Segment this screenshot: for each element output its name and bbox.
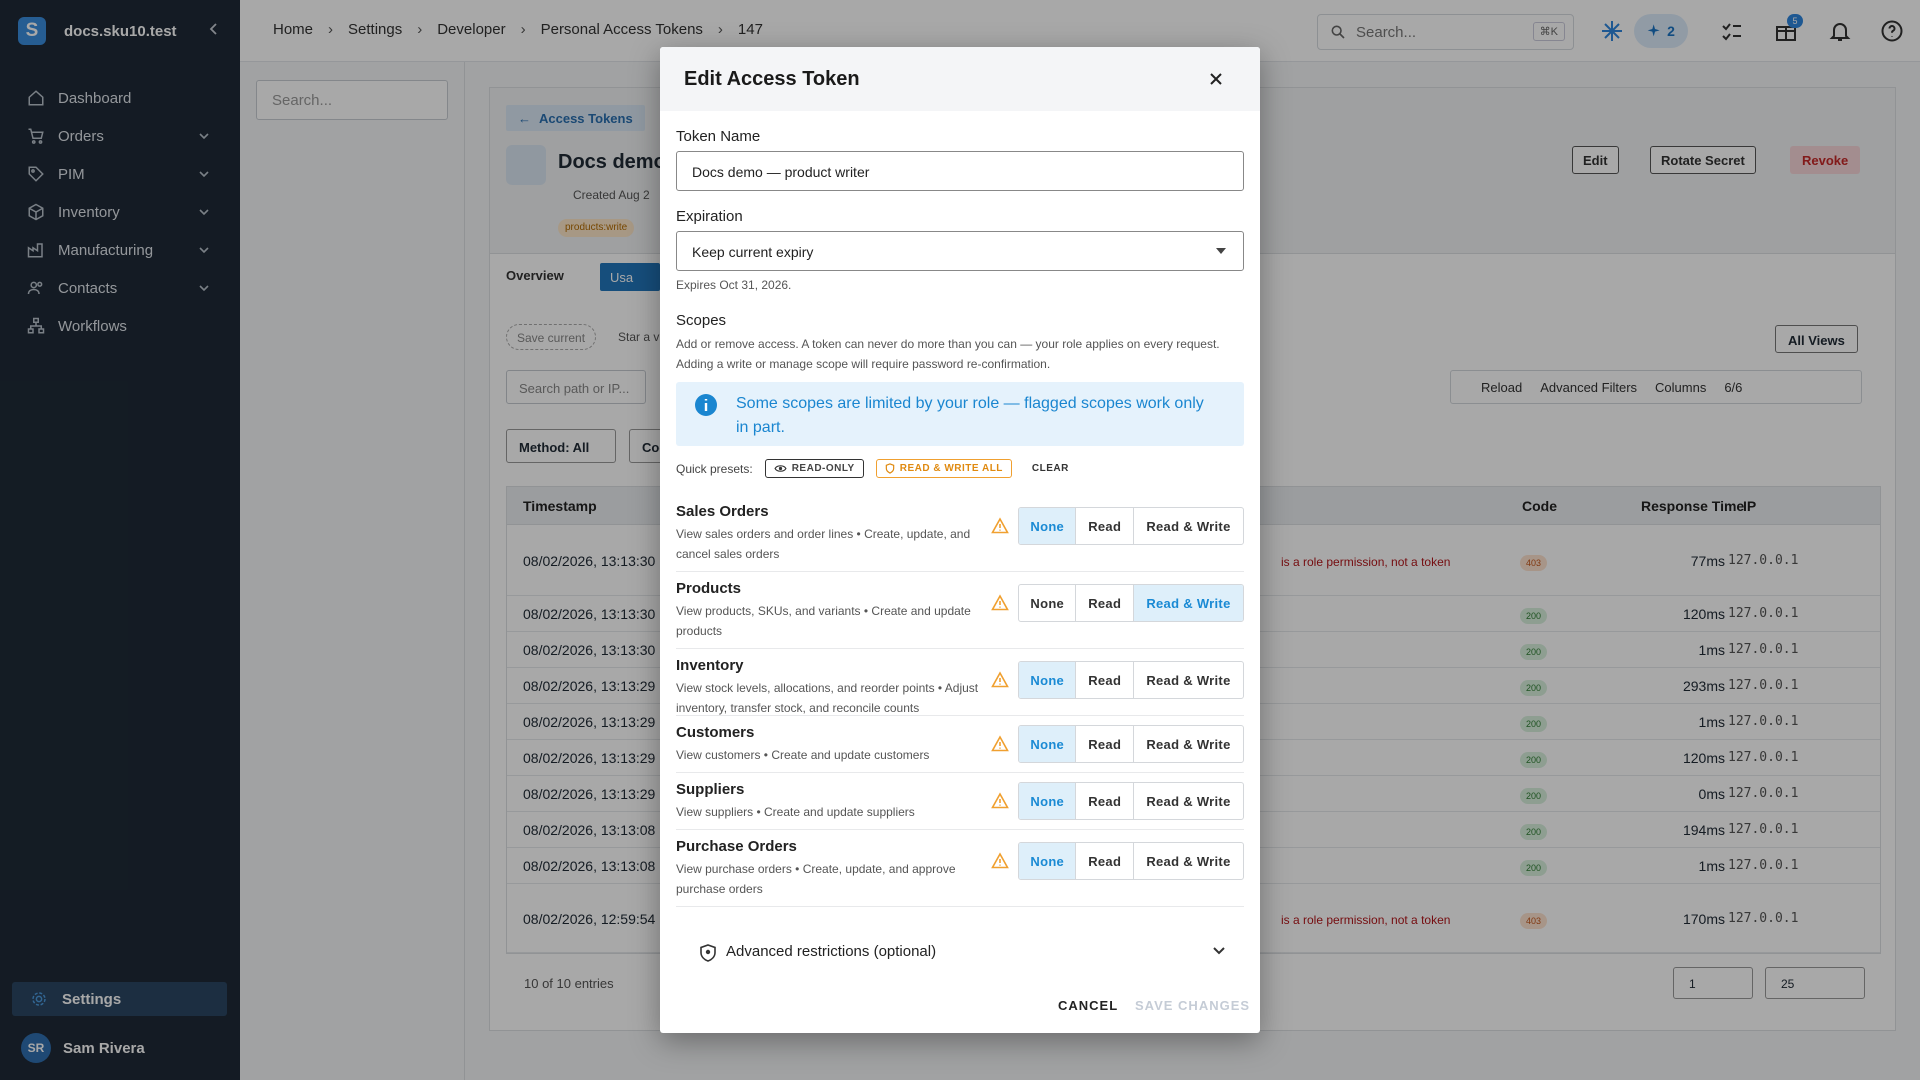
scope-option-none[interactable]: None [1019, 508, 1077, 544]
scope-name: Products [676, 580, 742, 597]
scope-description: View customers • Create and update custo… [676, 748, 930, 762]
scope-row: Purchase Orders View purchase orders • Cr… [676, 830, 1244, 907]
scope-row: Suppliers View suppliers • Create and upd… [676, 773, 1244, 830]
scope-option-read-write[interactable]: Read & Write [1134, 726, 1243, 762]
warning-icon [991, 671, 1009, 688]
scope-option-read[interactable]: Read [1076, 662, 1134, 698]
eye-icon [774, 465, 787, 472]
scope-name: Purchase Orders [676, 838, 797, 855]
scope-description: View suppliers • Create and update suppl… [676, 805, 915, 819]
scope-name: Sales Orders [676, 503, 769, 520]
scope-description: View sales orders and order lines • Crea… [676, 527, 971, 561]
warning-icon [991, 517, 1009, 534]
preset-label: READ & WRITE ALL [899, 463, 1003, 474]
scope-row: Customers View customers • Create and upd… [676, 716, 1244, 773]
scope-option-none[interactable]: None [1019, 783, 1077, 819]
alert-text: Some scopes are limited by your role — f… [736, 395, 1204, 436]
scope-description: View stock levels, allocations, and reor… [676, 681, 979, 715]
scope-option-read[interactable]: Read [1076, 783, 1134, 819]
scope-option-read-write[interactable]: Read & Write [1133, 585, 1243, 621]
scope-description: View products, SKUs, and variants • Crea… [676, 604, 971, 638]
warning-icon [991, 852, 1009, 869]
scope-option-read-write[interactable]: Read & Write [1134, 662, 1243, 698]
scope-access-toggle: None Read Read & Write [1018, 725, 1244, 763]
scope-access-toggle: None Read Read & Write [1018, 507, 1244, 545]
dropdown-arrow-icon [1216, 248, 1226, 254]
token-name-input[interactable]: Docs demo — product writer [676, 151, 1244, 191]
scope-access-toggle: None Read Read & Write [1018, 782, 1244, 820]
preset-label: READ-ONLY [791, 463, 855, 474]
dialog-title: Edit Access Token [684, 68, 860, 90]
scope-option-read-write[interactable]: Read & Write [1134, 783, 1243, 819]
dialog-footer: CANCEL SAVE CHANGES [660, 983, 1260, 1033]
scope-access-toggle: None Read Read & Write [1018, 842, 1244, 880]
preset-read-write-all-button[interactable]: READ & WRITE ALL [875, 459, 1012, 478]
scope-access-toggle: None Read Read & Write [1018, 584, 1244, 622]
scope-option-read[interactable]: Read [1076, 726, 1134, 762]
dialog-header: Edit Access Token [660, 47, 1260, 111]
warning-icon [991, 735, 1009, 752]
warning-icon [991, 792, 1009, 809]
preset-label: CLEAR [1031, 463, 1069, 474]
expiration-select[interactable]: Keep current expiry [676, 231, 1244, 271]
quick-presets: Quick presets: READ-ONLY READ & WRITE AL… [676, 459, 1077, 478]
warning-icon [991, 594, 1009, 611]
expiration-value: Keep current expiry [692, 244, 814, 260]
scope-access-toggle: None Read Read & Write [1018, 661, 1244, 699]
close-icon[interactable] [1206, 69, 1226, 89]
scope-description: View purchase orders • Create, update, a… [676, 862, 956, 896]
scope-row: Sales Orders View sales orders and order … [676, 495, 1244, 572]
scope-option-read-write[interactable]: Read & Write [1134, 508, 1243, 544]
scope-list: Sales Orders View sales orders and order … [676, 495, 1244, 950]
shield-icon [885, 463, 894, 474]
scope-option-none[interactable]: None [1019, 726, 1077, 762]
scope-name: Customers [676, 724, 755, 741]
preset-read-only-button[interactable]: READ-ONLY [764, 459, 864, 478]
scope-option-read-write[interactable]: Read & Write [1134, 843, 1243, 879]
scope-row: Inventory View stock levels, allocations,… [676, 649, 1244, 716]
token-name-label: Token Name [676, 128, 761, 145]
shield-lock-icon [700, 944, 716, 962]
role-limit-alert: Some scopes are limited by your role — f… [676, 382, 1244, 446]
scope-option-none[interactable]: None [1019, 662, 1077, 698]
preset-clear-button[interactable]: CLEAR [1024, 459, 1077, 478]
scope-option-read[interactable]: Read [1076, 508, 1134, 544]
expiration-label: Expiration [676, 208, 743, 225]
save-changes-button[interactable]: SAVE CHANGES [1135, 998, 1250, 1013]
scope-name: Inventory [676, 657, 744, 674]
info-icon [695, 394, 717, 416]
scope-name: Suppliers [676, 781, 745, 798]
advanced-restrictions-toggle[interactable]: Advanced restrictions (optional) [676, 927, 1244, 977]
advanced-label: Advanced restrictions (optional) [726, 943, 937, 960]
scope-option-none[interactable]: None [1019, 843, 1077, 879]
scopes-label: Scopes [676, 312, 727, 329]
chevron-down-icon [1213, 947, 1225, 955]
presets-label: Quick presets: [676, 461, 753, 476]
expires-hint: Expires Oct 31, 2026. [676, 278, 792, 292]
cancel-button[interactable]: CANCEL [1058, 998, 1118, 1013]
scope-option-read[interactable]: Read [1076, 843, 1134, 879]
edit-token-dialog: Edit Access Token Token Name Docs demo —… [660, 47, 1260, 1033]
scope-row: Products View products, SKUs, and variant… [676, 572, 1244, 649]
scope-option-none[interactable]: None [1019, 585, 1077, 621]
scopes-description: Add or remove access. A token can never … [676, 337, 1220, 371]
scope-option-read[interactable]: Read [1076, 585, 1134, 621]
